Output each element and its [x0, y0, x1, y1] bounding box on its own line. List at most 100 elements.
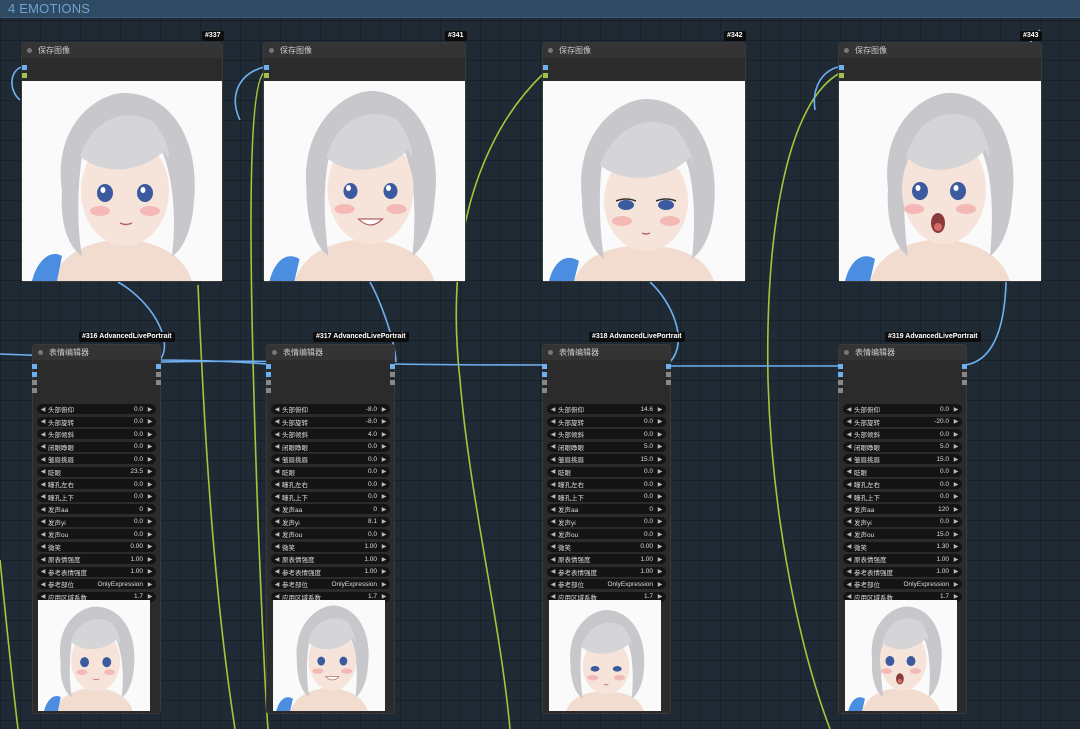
preview-image[interactable]	[273, 600, 385, 711]
right-arrow-icon[interactable]: ▶	[657, 593, 663, 600]
add-exp-input-slot[interactable]	[32, 388, 37, 393]
param-row-sample-ratio[interactable]: ◀ 参考表情强度 1.00 ▶	[547, 566, 666, 577]
motion-link-input-slot[interactable]	[32, 372, 37, 377]
right-arrow-icon[interactable]: ▶	[953, 593, 959, 600]
preview-image[interactable]	[845, 600, 957, 711]
images-input-slot[interactable]	[839, 65, 844, 70]
right-arrow-icon[interactable]: ▶	[657, 531, 663, 538]
right-arrow-icon[interactable]: ▶	[953, 468, 959, 475]
save-image-node[interactable]: 保存图像	[21, 42, 223, 282]
param-row-pupil-x[interactable]: ◀ 瞳孔左右 0.0 ▶	[271, 479, 390, 489]
image-output-slot[interactable]	[666, 364, 671, 369]
group-header[interactable]: 4 EMOTIONS	[0, 0, 1080, 18]
param-row-smile[interactable]: ◀ 微笑 1.30 ▶	[843, 541, 962, 552]
param-row-src-ratio[interactable]: ◀ 原表情强度 1.00 ▶	[843, 554, 962, 564]
expression-editor-node[interactable]: 表情编辑器 ◀ 头部俯仰 0.0 ▶ ◀ 头部旋转 0.0 ▶ ◀ 头部倾斜 0.0 ▶ ◀ 闭眼睁…	[32, 344, 161, 714]
preview-image[interactable]	[549, 600, 661, 711]
param-row-wink[interactable]: ◀ 眨眼 0.0 ▶	[547, 466, 666, 477]
param-row-woo[interactable]: ◀ 发声ou 0.0 ▶	[547, 529, 666, 539]
src-image-input-slot[interactable]	[266, 364, 271, 369]
right-arrow-icon[interactable]: ▶	[657, 468, 663, 475]
right-arrow-icon[interactable]: ▶	[381, 518, 387, 525]
save-image-node[interactable]: 保存图像	[542, 42, 746, 282]
param-row-eye-open[interactable]: ◀ 闭眼睁眼 5.0 ▶	[843, 441, 962, 452]
src-image-input-slot[interactable]	[838, 364, 843, 369]
node-dot-icon[interactable]	[272, 350, 277, 355]
right-arrow-icon[interactable]: ▶	[953, 581, 959, 588]
param-row-eyebrow[interactable]: ◀ 皱眉挑眉 15.0 ▶	[547, 454, 666, 464]
motion-link-output-slot[interactable]	[390, 372, 395, 377]
node-dot-icon[interactable]	[548, 350, 553, 355]
right-arrow-icon[interactable]: ▶	[147, 543, 153, 550]
param-row-head-pitch[interactable]: ◀ 头部俯仰 0.0 ▶	[37, 404, 156, 414]
right-arrow-icon[interactable]: ▶	[657, 581, 663, 588]
motion-link-output-slot[interactable]	[666, 372, 671, 377]
right-arrow-icon[interactable]: ▶	[147, 406, 153, 413]
right-arrow-icon[interactable]: ▶	[381, 506, 387, 513]
expression-editor-node[interactable]: 表情编辑器 ◀ 头部俯仰 0.0 ▶ ◀ 头部旋转 -20.0 ▶ ◀ 头部倾斜 0.0 ▶ ◀ 闭…	[838, 344, 967, 714]
save-image-node[interactable]: 保存图像	[263, 42, 466, 282]
param-row-eee[interactable]: ◀ 发声yi 0.0 ▶	[37, 516, 156, 527]
image-output-slot[interactable]	[156, 364, 161, 369]
filename-input-slot[interactable]	[264, 73, 269, 78]
right-arrow-icon[interactable]: ▶	[381, 418, 387, 425]
right-arrow-icon[interactable]: ▶	[657, 568, 663, 575]
param-row-eyebrow[interactable]: ◀ 皱眉挑眉 0.0 ▶	[271, 454, 390, 464]
right-arrow-icon[interactable]: ▶	[381, 568, 387, 575]
node-header[interactable]: 保存图像	[22, 43, 222, 59]
right-arrow-icon[interactable]: ▶	[657, 518, 663, 525]
param-row-wink[interactable]: ◀ 眨眼 0.0 ▶	[271, 466, 390, 477]
save-image-node[interactable]: 保存图像	[838, 42, 1042, 282]
param-row-eye-open[interactable]: ◀ 闭眼睁眼 0.0 ▶	[271, 441, 390, 452]
node-header[interactable]: 表情编辑器	[267, 345, 394, 361]
output-image[interactable]	[264, 81, 465, 281]
images-input-slot[interactable]	[264, 65, 269, 70]
param-row-aaa[interactable]: ◀ 发声aa 120 ▶	[843, 504, 962, 514]
param-row-head-pitch[interactable]: ◀ 头部俯仰 0.0 ▶	[843, 404, 962, 414]
node-dot-icon[interactable]	[269, 48, 274, 53]
param-row-eee[interactable]: ◀ 发声yi 0.0 ▶	[547, 516, 666, 527]
right-arrow-icon[interactable]: ▶	[953, 481, 959, 488]
right-arrow-icon[interactable]: ▶	[953, 493, 959, 500]
motion-link-output-slot[interactable]	[156, 372, 161, 377]
output-image[interactable]	[543, 81, 745, 281]
right-arrow-icon[interactable]: ▶	[147, 481, 153, 488]
param-row-wink[interactable]: ◀ 眨眼 0.0 ▶	[843, 466, 962, 477]
param-row-smile[interactable]: ◀ 微笑 1.00 ▶	[271, 541, 390, 552]
motion-link-input-slot[interactable]	[266, 372, 271, 377]
node-dot-icon[interactable]	[548, 48, 553, 53]
right-arrow-icon[interactable]: ▶	[147, 581, 153, 588]
param-row-head-roll[interactable]: ◀ 头部倾斜 4.0 ▶	[271, 429, 390, 439]
right-arrow-icon[interactable]: ▶	[657, 418, 663, 425]
right-arrow-icon[interactable]: ▶	[953, 556, 959, 563]
sample-image-input-slot[interactable]	[838, 380, 843, 385]
param-row-sample-ratio[interactable]: ◀ 参考表情强度 1.00 ▶	[271, 566, 390, 577]
right-arrow-icon[interactable]: ▶	[147, 531, 153, 538]
exp-data-output-slot[interactable]	[156, 380, 161, 385]
images-input-slot[interactable]	[22, 65, 27, 70]
node-header[interactable]: 保存图像	[264, 43, 465, 59]
param-row-sample-parts[interactable]: ◀ 参考部位 OnlyExpression ▶	[843, 579, 962, 589]
right-arrow-icon[interactable]: ▶	[953, 418, 959, 425]
param-row-pupil-x[interactable]: ◀ 瞳孔左右 0.0 ▶	[37, 479, 156, 489]
filename-input-slot[interactable]	[839, 73, 844, 78]
node-header[interactable]: 保存图像	[543, 43, 745, 59]
add-exp-input-slot[interactable]	[838, 388, 843, 393]
param-row-wink[interactable]: ◀ 眨眼 23.5 ▶	[37, 466, 156, 477]
right-arrow-icon[interactable]: ▶	[657, 543, 663, 550]
right-arrow-icon[interactable]: ▶	[147, 431, 153, 438]
right-arrow-icon[interactable]: ▶	[953, 518, 959, 525]
right-arrow-icon[interactable]: ▶	[953, 443, 959, 450]
right-arrow-icon[interactable]: ▶	[147, 556, 153, 563]
right-arrow-icon[interactable]: ▶	[657, 431, 663, 438]
param-row-eee[interactable]: ◀ 发声yi 0.0 ▶	[843, 516, 962, 527]
right-arrow-icon[interactable]: ▶	[953, 431, 959, 438]
right-arrow-icon[interactable]: ▶	[147, 418, 153, 425]
param-row-woo[interactable]: ◀ 发声ou 0.0 ▶	[271, 529, 390, 539]
motion-link-input-slot[interactable]	[838, 372, 843, 377]
right-arrow-icon[interactable]: ▶	[381, 481, 387, 488]
right-arrow-icon[interactable]: ▶	[381, 468, 387, 475]
param-row-src-ratio[interactable]: ◀ 原表情强度 1.00 ▶	[547, 554, 666, 564]
right-arrow-icon[interactable]: ▶	[657, 406, 663, 413]
param-row-sample-ratio[interactable]: ◀ 参考表情强度 1.00 ▶	[843, 566, 962, 577]
